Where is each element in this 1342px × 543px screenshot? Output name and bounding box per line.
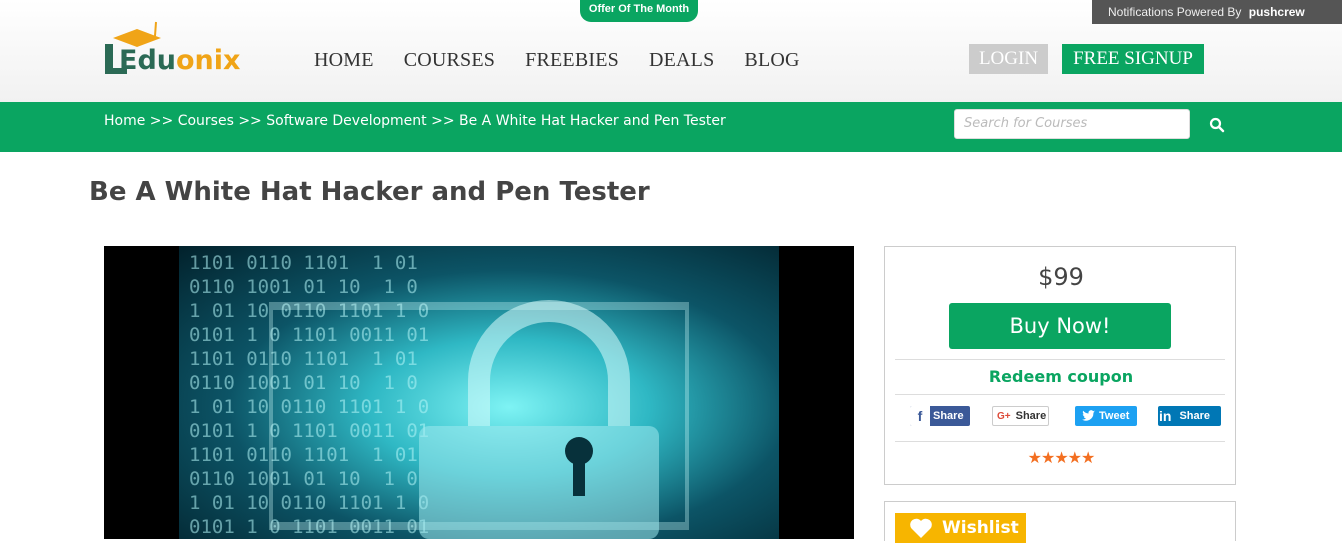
twitter-icon <box>1082 410 1095 421</box>
logo-part-edu: Edu <box>119 45 176 76</box>
buy-now-button[interactable]: Buy Now! <box>949 303 1171 349</box>
course-price: $99 <box>1038 263 1084 291</box>
rating-stars: ★★★★★ <box>1027 450 1096 467</box>
google-share-label: Share <box>1015 410 1047 422</box>
nav-blog[interactable]: BLOG <box>744 49 799 72</box>
site-header: Offer Of The Month Notifications Powered… <box>0 0 1342 102</box>
linkedin-icon: in <box>1159 408 1172 424</box>
search-icon[interactable] <box>1209 117 1225 133</box>
padlock-graphic <box>269 300 689 539</box>
google-plus-share-button[interactable]: G+ Share <box>992 406 1049 426</box>
divider <box>895 394 1225 395</box>
main-nav: HOME COURSES FREEBIES DEALS BLOG <box>314 49 800 72</box>
heart-icon <box>910 518 932 538</box>
logo-wordmark: Eduonix <box>119 45 240 76</box>
eduonix-logo[interactable]: Eduonix <box>103 20 248 80</box>
twitter-tweet-button[interactable]: Tweet <box>1075 406 1137 426</box>
linkedin-share-label: Share <box>1179 410 1211 422</box>
page-title: Be A White Hat Hacker and Pen Tester <box>89 177 650 207</box>
facebook-share-label: Share <box>933 410 964 422</box>
notifications-text: Notifications Powered By <box>1108 5 1242 19</box>
nav-deals[interactable]: DEALS <box>649 49 714 72</box>
purchase-panel: $99 Buy Now! Redeem coupon f Share G+ Sh… <box>884 246 1236 485</box>
notifications-bar[interactable]: Notifications Powered By pushcrew <box>1092 0 1342 24</box>
wishlist-panel: Wishlist <box>884 501 1236 543</box>
breadcrumb[interactable]: Home >> Courses >> Software Development … <box>104 113 726 129</box>
offer-of-the-month-badge[interactable]: Offer Of The Month <box>580 0 698 22</box>
login-button[interactable]: LOGIN <box>969 44 1048 74</box>
google-plus-icon: G+ <box>997 410 1011 422</box>
divider <box>895 441 1225 442</box>
nav-home[interactable]: HOME <box>314 49 374 72</box>
twitter-tweet-label: Tweet <box>1099 410 1130 422</box>
redeem-coupon-link[interactable]: Redeem coupon <box>885 367 1237 386</box>
search-input[interactable]: Search for Courses <box>954 109 1190 139</box>
wishlist-label: Wishlist <box>942 518 1019 538</box>
logo-part-onix: onix <box>176 45 241 76</box>
facebook-icon: f <box>910 406 930 426</box>
pushcrew-brand: pushcrew <box>1248 5 1305 19</box>
nav-courses[interactable]: COURSES <box>404 49 495 72</box>
nav-freebies[interactable]: FREEBIES <box>525 49 619 72</box>
course-preview-image: 1101 0110 1101 1 01 0110 1001 01 10 1 0 … <box>179 246 779 539</box>
facebook-share-button[interactable]: f Share <box>910 406 970 426</box>
linkedin-share-button[interactable]: in Share <box>1158 406 1221 426</box>
divider <box>895 359 1225 360</box>
free-signup-button[interactable]: FREE SIGNUP <box>1062 44 1204 74</box>
course-video-player[interactable]: 1101 0110 1101 1 01 0110 1001 01 10 1 0 … <box>104 246 854 539</box>
